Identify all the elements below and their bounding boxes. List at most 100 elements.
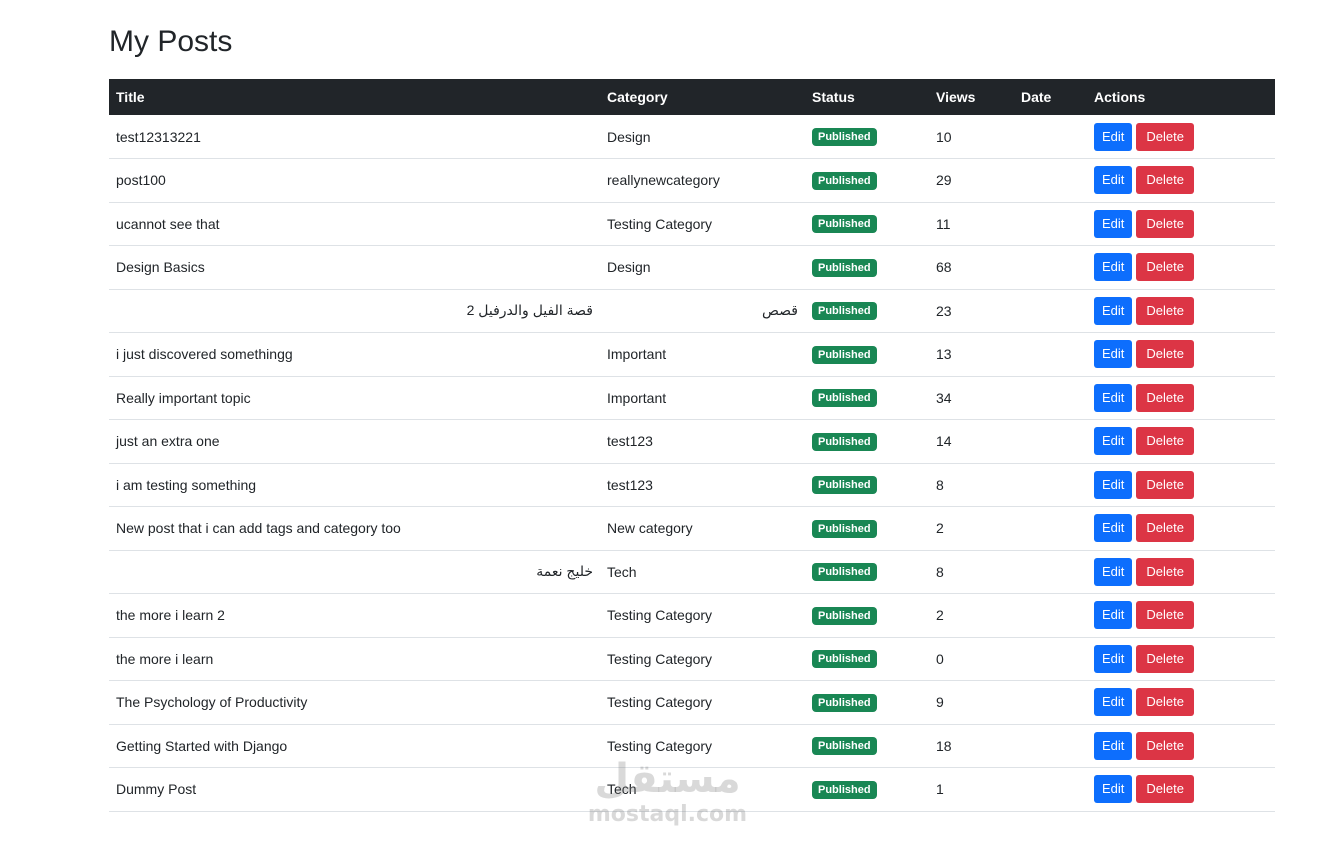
- post-category-cell: Design: [607, 128, 651, 145]
- edit-button[interactable]: Edit: [1094, 775, 1133, 804]
- table-row: i just discovered somethingg Important Pub…: [109, 333, 1275, 377]
- edit-button[interactable]: Edit: [1094, 470, 1133, 499]
- edit-button[interactable]: Edit: [1094, 296, 1133, 325]
- status-badge: Published: [812, 650, 877, 669]
- edit-button[interactable]: Edit: [1094, 166, 1133, 195]
- post-views-cell: 0: [936, 650, 944, 667]
- status-badge: Published: [812, 606, 877, 625]
- post-actions-cell: Edit Delete: [1087, 333, 1275, 377]
- post-title-cell: just an extra one: [116, 433, 220, 450]
- post-actions-cell: Edit Delete: [1087, 550, 1275, 594]
- status-badge: Published: [812, 389, 877, 408]
- edit-button[interactable]: Edit: [1094, 209, 1133, 238]
- delete-button[interactable]: Delete: [1136, 775, 1194, 804]
- post-date-cell: [1014, 420, 1087, 464]
- post-actions-cell: Edit Delete: [1087, 115, 1275, 159]
- post-actions-cell: Edit Delete: [1087, 594, 1275, 638]
- delete-button[interactable]: Delete: [1136, 209, 1194, 238]
- status-badge: Published: [812, 302, 877, 321]
- delete-button[interactable]: Delete: [1136, 166, 1194, 195]
- post-title-cell: i just discovered somethingg: [116, 346, 293, 363]
- delete-button[interactable]: Delete: [1136, 340, 1194, 369]
- status-badge: Published: [812, 476, 877, 495]
- edit-button[interactable]: Edit: [1094, 688, 1133, 717]
- edit-button[interactable]: Edit: [1094, 253, 1133, 282]
- delete-button[interactable]: Delete: [1136, 644, 1194, 673]
- delete-button[interactable]: Delete: [1136, 122, 1194, 151]
- post-date-cell: [1014, 202, 1087, 246]
- status-badge: Published: [812, 780, 877, 799]
- delete-button[interactable]: Delete: [1136, 383, 1194, 412]
- table-body: test12313221 Design Published 10 Edit Delete p…: [109, 115, 1275, 811]
- status-badge: Published: [812, 737, 877, 756]
- edit-button[interactable]: Edit: [1094, 514, 1133, 543]
- delete-button[interactable]: Delete: [1136, 470, 1194, 499]
- post-date-cell: [1014, 550, 1087, 594]
- column-header-status: Status: [812, 89, 855, 105]
- post-category-cell: reallynewcategory: [607, 172, 720, 189]
- table-row: Dummy Post Tech Published 1 Edit Delete: [109, 768, 1275, 812]
- post-date-cell: [1014, 333, 1087, 377]
- table-row: i am testing something test123 Published 8 E…: [109, 463, 1275, 507]
- post-category-cell: Testing Category: [607, 607, 713, 624]
- delete-button[interactable]: Delete: [1136, 731, 1194, 760]
- delete-button[interactable]: Delete: [1136, 514, 1194, 543]
- posts-table: Title Category Status Views Date Actions…: [109, 79, 1275, 812]
- page-title: My Posts: [109, 25, 233, 58]
- status-badge: Published: [812, 215, 877, 234]
- post-title-cell: Dummy Post: [116, 781, 197, 798]
- delete-button[interactable]: Delete: [1136, 557, 1194, 586]
- post-status-cell: Published: [805, 420, 929, 464]
- status-badge: Published: [812, 693, 877, 712]
- post-category-cell: Testing Category: [607, 650, 713, 667]
- post-views-cell: 13: [936, 346, 952, 363]
- post-views-cell: 18: [936, 737, 952, 754]
- post-title-cell: Really important topic: [116, 389, 251, 406]
- delete-button[interactable]: Delete: [1136, 253, 1194, 282]
- post-title-cell: خليج نعمة: [536, 563, 593, 580]
- post-date-cell: [1014, 724, 1087, 768]
- delete-button[interactable]: Delete: [1136, 601, 1194, 630]
- table-row: The Psychology of Productivity Testing Ca…: [109, 681, 1275, 725]
- delete-button[interactable]: Delete: [1136, 688, 1194, 717]
- post-status-cell: Published: [805, 115, 929, 159]
- delete-button[interactable]: Delete: [1136, 296, 1194, 325]
- status-badge: Published: [812, 258, 877, 277]
- status-badge: Published: [812, 171, 877, 190]
- post-views-cell: 8: [936, 476, 944, 493]
- table-row: the more i learn 2 Testing Category Publis…: [109, 594, 1275, 638]
- post-views-cell: 9: [936, 694, 944, 711]
- delete-button[interactable]: Delete: [1136, 427, 1194, 456]
- post-date-cell: [1014, 681, 1087, 725]
- post-category-cell: Tech: [607, 781, 637, 798]
- edit-button[interactable]: Edit: [1094, 644, 1133, 673]
- post-title-cell: test12313221: [116, 128, 201, 145]
- post-views-cell: 1: [936, 781, 944, 798]
- post-views-cell: 10: [936, 128, 952, 145]
- edit-button[interactable]: Edit: [1094, 383, 1133, 412]
- table-row: test12313221 Design Published 10 Edit Delete: [109, 115, 1275, 159]
- post-title-cell: New post that i can add tags and categor…: [116, 520, 401, 537]
- table-row: Getting Started with Django Testing Categ…: [109, 724, 1275, 768]
- edit-button[interactable]: Edit: [1094, 557, 1133, 586]
- post-date-cell: [1014, 246, 1087, 290]
- post-title-cell: قصة الفيل والدرفيل 2: [466, 302, 593, 319]
- post-status-cell: Published: [805, 768, 929, 812]
- edit-button[interactable]: Edit: [1094, 731, 1133, 760]
- post-category-cell: Testing Category: [607, 215, 713, 232]
- post-title-cell: i am testing something: [116, 476, 257, 493]
- post-views-cell: 29: [936, 172, 952, 189]
- edit-button[interactable]: Edit: [1094, 122, 1133, 151]
- edit-button[interactable]: Edit: [1094, 340, 1133, 369]
- post-category-cell: Testing Category: [607, 737, 713, 754]
- post-category-cell: Design: [607, 259, 651, 276]
- table-header: Title Category Status Views Date Actions: [109, 79, 1275, 115]
- post-title-cell: Design Basics: [116, 259, 205, 276]
- edit-button[interactable]: Edit: [1094, 601, 1133, 630]
- post-category-cell: test123: [607, 476, 653, 493]
- edit-button[interactable]: Edit: [1094, 427, 1133, 456]
- column-header-title: Title: [116, 89, 145, 105]
- post-title-cell: the more i learn: [116, 650, 214, 667]
- post-status-cell: Published: [805, 724, 929, 768]
- post-status-cell: Published: [805, 333, 929, 377]
